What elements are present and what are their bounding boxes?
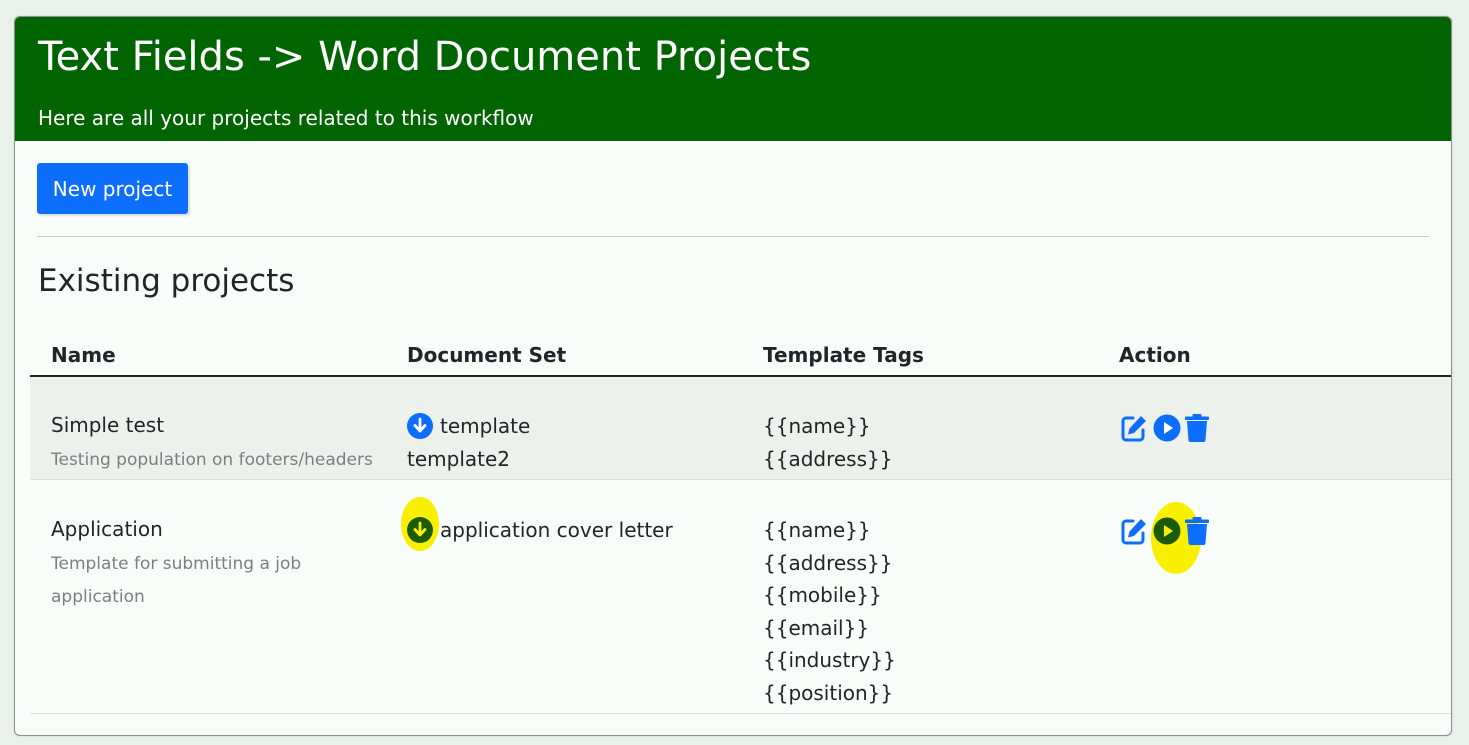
section-title: Existing projects	[38, 263, 295, 299]
column-header-document-set: Document Set	[407, 343, 567, 367]
trash-icon[interactable]	[1185, 414, 1209, 446]
template-tags: {{name}} {{address}}	[763, 410, 892, 475]
row-actions	[1119, 413, 1209, 447]
document-item: template2	[407, 442, 510, 475]
template-tag: {{position}}	[763, 680, 894, 705]
document-item: template	[407, 409, 530, 442]
table-row: Application Template for submitting a jo…	[30, 480, 1451, 714]
template-tag: {{industry}}	[763, 648, 896, 673]
column-header-template-tags: Template Tags	[763, 343, 924, 367]
document-name[interactable]: application cover letter	[440, 518, 673, 542]
download-circle-icon[interactable]	[407, 516, 433, 543]
play-circle-icon[interactable]	[1153, 414, 1181, 446]
edit-icon[interactable]	[1119, 516, 1149, 550]
template-tag: {{address}}	[763, 550, 893, 575]
document-name[interactable]: template2	[407, 447, 510, 471]
template-tag: {{email}}	[763, 615, 870, 640]
edit-icon[interactable]	[1119, 413, 1149, 447]
page-title: Text Fields -> Word Document Projects	[38, 34, 812, 80]
page-subtitle: Here are all your projects related to th…	[38, 106, 534, 130]
projects-card: Text Fields -> Word Document Projects He…	[14, 16, 1452, 736]
trash-icon[interactable]	[1185, 517, 1209, 549]
template-tag: {{name}}	[763, 414, 871, 438]
download-circle-icon[interactable]	[407, 412, 433, 439]
row-actions	[1119, 516, 1209, 550]
play-circle-icon[interactable]	[1153, 517, 1181, 549]
new-project-button[interactable]: New project	[37, 163, 188, 214]
column-header-action: Action	[1119, 343, 1191, 367]
divider	[37, 236, 1429, 237]
document-name[interactable]: template	[440, 414, 530, 438]
table-row: Simple test Testing population on footer…	[30, 377, 1451, 480]
card-header: Text Fields -> Word Document Projects He…	[15, 17, 1451, 141]
project-description: Template for submitting a job applicatio…	[51, 554, 302, 607]
document-item: application cover letter	[407, 513, 673, 546]
column-header-name: Name	[51, 343, 116, 367]
template-tag: {{name}}	[763, 518, 871, 542]
project-name: Simple test	[51, 413, 165, 437]
project-name: Application	[51, 517, 163, 541]
project-description: Testing population on footers/headers	[51, 450, 373, 470]
template-tags: {{name}} {{address}} {{mobile}} {{email}…	[763, 514, 896, 710]
template-tag: {{address}}	[763, 446, 893, 471]
template-tag: {{mobile}}	[763, 583, 882, 608]
